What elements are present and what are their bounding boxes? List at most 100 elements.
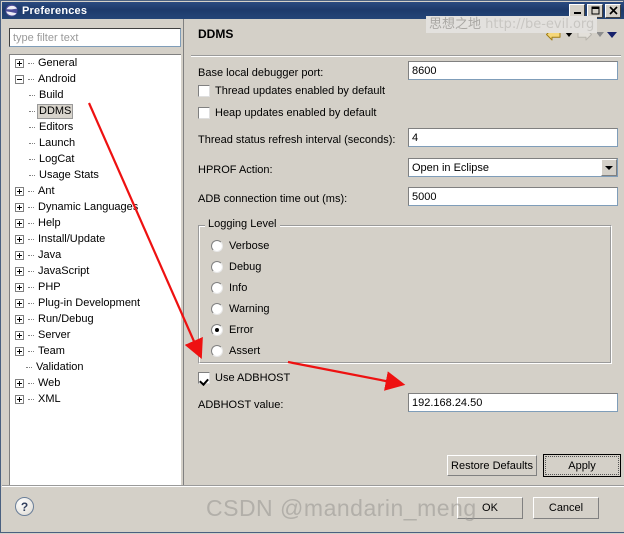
sidebar-item-label: Usage Stats (39, 168, 99, 181)
tree-connector-icon (26, 350, 36, 352)
preference-tree[interactable]: General Android Build DDMS Editors Launc… (9, 54, 181, 509)
sidebar-item-xml[interactable]: XML (10, 391, 181, 407)
radio-info[interactable]: Info (211, 282, 247, 294)
footer-separator (2, 485, 624, 487)
expand-icon[interactable] (15, 314, 24, 324)
close-button[interactable] (605, 3, 621, 18)
heap-updates-checkbox[interactable]: Heap updates enabled by default (198, 107, 376, 119)
expand-icon[interactable] (15, 186, 24, 196)
collapse-icon[interactable] (15, 74, 24, 84)
search-placeholder: type filter text (13, 31, 79, 44)
sidebar-item-install-update[interactable]: Install/Update (10, 231, 181, 247)
help-icon[interactable]: ? (15, 497, 34, 516)
view-menu-caret-icon[interactable] (607, 31, 617, 38)
heap-updates-label: Heap updates enabled by default (215, 107, 377, 119)
sidebar-item-label: XML (38, 392, 61, 405)
expand-icon[interactable] (15, 298, 24, 308)
radio-error[interactable]: Error (211, 324, 253, 336)
tree-connector-icon (27, 94, 37, 96)
adbhost-value: 192.168.24.50 (412, 396, 483, 409)
refresh-interval-label: Thread status refresh interval (seconds)… (198, 134, 396, 146)
sidebar-item-usage-stats[interactable]: Usage Stats (10, 167, 181, 183)
radio-assert[interactable]: Assert (211, 345, 260, 357)
tree-connector-icon (27, 142, 37, 144)
tree-connector-icon (27, 174, 37, 176)
sidebar-item-build[interactable]: Build (10, 87, 181, 103)
expand-icon[interactable] (15, 234, 24, 244)
radio-warning[interactable]: Warning (211, 303, 270, 315)
tree-connector-icon (26, 398, 36, 400)
sidebar-item-ddms[interactable]: DDMS (10, 103, 181, 119)
expand-icon[interactable] (15, 330, 24, 340)
sidebar-item-label: Dynamic Languages (38, 200, 139, 213)
radio-icon[interactable] (211, 345, 223, 357)
tree-connector-icon (26, 334, 36, 336)
checkbox-icon[interactable] (198, 107, 210, 119)
watermark-top: 思想之地 http://be-evil.org (426, 16, 598, 33)
adb-timeout-input[interactable]: 5000 (408, 187, 618, 206)
sidebar-item-label: Web (38, 376, 61, 389)
hprof-action-select[interactable]: Open in Eclipse (408, 158, 618, 177)
checkbox-icon[interactable] (198, 85, 210, 97)
base-port-input[interactable]: 8600 (408, 61, 618, 80)
expand-icon[interactable] (15, 58, 24, 68)
use-adbhost-checkbox[interactable]: Use ADBHOST (198, 372, 290, 384)
sidebar-item-android[interactable]: Android (10, 71, 181, 87)
search-input[interactable]: type filter text (9, 28, 181, 47)
sidebar-item-plug-in-development[interactable]: Plug-in Development (10, 295, 181, 311)
apply-button[interactable]: Apply (543, 454, 621, 477)
sidebar-item-java[interactable]: Java (10, 247, 181, 263)
tree-connector-icon (26, 254, 36, 256)
sidebar-item-logcat[interactable]: LogCat (10, 151, 181, 167)
sidebar-item-web[interactable]: Web (10, 375, 181, 391)
radio-icon-selected[interactable] (211, 324, 223, 336)
thread-updates-checkbox[interactable]: Thread updates enabled by default (198, 85, 385, 97)
sidebar-item-server[interactable]: Server (10, 327, 181, 343)
refresh-interval-input[interactable]: 4 (408, 128, 618, 147)
radio-icon[interactable] (211, 303, 223, 315)
adbhost-value-input[interactable]: 192.168.24.50 (408, 393, 618, 412)
tree-connector-icon (26, 318, 36, 320)
sidebar-item-label: DDMS (37, 103, 74, 119)
radio-debug[interactable]: Debug (211, 261, 261, 273)
restore-defaults-button[interactable]: Restore Defaults (447, 455, 537, 476)
apply-label: Apply (545, 456, 619, 475)
dialog-body: type filter text General Android Build D… (2, 19, 624, 509)
expand-icon[interactable] (15, 250, 24, 260)
radio-label: Info (229, 282, 248, 294)
sidebar-item-launch[interactable]: Launch (10, 135, 181, 151)
checkbox-checked-icon[interactable] (198, 372, 210, 384)
sidebar-item-label: Android (38, 72, 76, 85)
cancel-button[interactable]: Cancel (533, 497, 599, 519)
sidebar-item-php[interactable]: PHP (10, 279, 181, 295)
sidebar-item-validation[interactable]: Validation (10, 359, 181, 375)
chevron-down-icon[interactable] (601, 159, 617, 176)
sidebar-item-run-debug[interactable]: Run/Debug (10, 311, 181, 327)
tree-connector-icon (26, 206, 36, 208)
tree-connector-icon (26, 222, 36, 224)
sidebar-item-team[interactable]: Team (10, 343, 181, 359)
tree-connector-icon (26, 382, 36, 384)
expand-icon[interactable] (15, 394, 24, 404)
expand-icon[interactable] (15, 282, 24, 292)
sidebar-item-dynamic-languages[interactable]: Dynamic Languages (10, 199, 181, 215)
sidebar-item-label: Launch (39, 136, 76, 149)
expand-icon[interactable] (15, 378, 24, 388)
expand-icon[interactable] (15, 346, 24, 356)
sidebar-item-ant[interactable]: Ant (10, 183, 181, 199)
expand-icon[interactable] (15, 266, 24, 276)
tree-connector-icon (26, 286, 36, 288)
sidebar-item-general[interactable]: General (10, 55, 181, 71)
sidebar-item-editors[interactable]: Editors (10, 119, 181, 135)
radio-icon[interactable] (211, 282, 223, 294)
sidebar-item-help[interactable]: Help (10, 215, 181, 231)
sidebar-item-label: Build (39, 88, 64, 101)
watermark-top-url: http://be-evil.org (485, 17, 595, 32)
expand-icon[interactable] (15, 218, 24, 228)
radio-icon[interactable] (211, 261, 223, 273)
sidebar-item-javascript[interactable]: JavaScript (10, 263, 181, 279)
restore-defaults-label: Restore Defaults (451, 459, 533, 472)
radio-verbose[interactable]: Verbose (211, 240, 269, 252)
expand-icon[interactable] (15, 202, 24, 212)
radio-icon[interactable] (211, 240, 223, 252)
